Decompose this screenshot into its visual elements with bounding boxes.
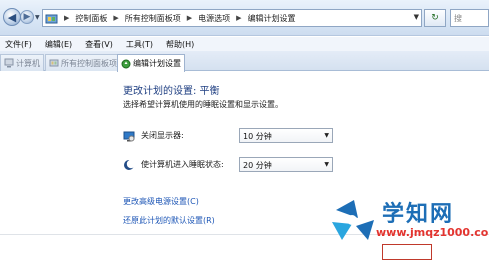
control-panel-icon [45,12,58,25]
back-button[interactable]: ◀ [3,8,21,26]
chevron-down-icon: ▼ [324,161,329,168]
menu-file[interactable]: 文件(F) [5,39,32,50]
sleep-value: 20 分钟 [243,161,272,170]
tab-edit-plan-settings[interactable]: 编辑计划设置 [117,54,185,72]
restore-defaults-link[interactable]: 还原此计划的默认设置(R) [123,215,215,226]
breadcrumb-chevron-icon: ▶ [64,14,70,22]
breadcrumb-chevron-icon: ▶ [236,14,242,22]
watermark-logo-icon [328,196,382,254]
display-off-row: 关闭显示器: 10 分钟 ▼ [123,128,333,143]
menu-edit[interactable]: 编辑(E) [45,39,72,50]
page-description: 选择希望计算机使用的睡眠设置和显示设置。 [123,100,283,109]
forward-button[interactable]: ▶ [20,10,34,24]
back-arrow-icon: ◀ [7,10,17,24]
search-input[interactable]: 搜 [450,9,489,27]
refresh-icon: ↻ [431,13,439,23]
breadcrumb-chevron-icon: ▶ [186,14,193,22]
breadcrumb-control-panel[interactable]: 控制面板 [75,13,107,24]
address-dropdown-icon[interactable]: ▼ [414,13,419,21]
display-off-label: 关闭显示器: [141,131,184,140]
monitor-icon [123,130,135,142]
chevron-down-icon: ▼ [324,132,329,139]
search-placeholder: 搜 [454,14,462,23]
display-off-select[interactable]: 10 分钟 ▼ [239,128,333,143]
breadcrumb-all-items[interactable]: 所有控制面板项 [125,13,181,24]
sleep-label: 使计算机进入睡眠状态: [141,160,224,169]
power-plan-icon [121,59,131,69]
tab-label: 所有控制面板项 [61,58,117,68]
control-panel-icon [49,58,59,68]
address-toolbar: ◀ ▶ ▼ ▶ 控制面板 ▶ 所有控制面板项 ▶ 电源选项 ▶ 编辑计划设置 ▼… [0,0,489,36]
advanced-power-settings-link[interactable]: 更改高级电源设置(C) [123,196,199,207]
display-off-value: 10 分钟 [243,132,272,141]
page-title: 更改计划的设置: 平衡 [123,86,220,97]
tab-computer[interactable]: 计算机 [0,54,44,71]
menu-bar: 文件(F) 编辑(E) 查看(V) 工具(T) 帮助(H) [0,37,489,51]
tab-strip: 计算机 所有控制面板项 编辑计划设置 [0,51,489,72]
watermark-url: www.jmqz1000.com [376,226,489,239]
breadcrumb-edit-plan[interactable]: 编辑计划设置 [248,13,296,24]
breadcrumb-power-options[interactable]: 电源选项 [198,13,230,24]
breadcrumb-chevron-icon: ▶ [113,14,119,22]
menu-tools[interactable]: 工具(T) [126,39,153,50]
menu-help[interactable]: 帮助(H) [166,39,194,50]
menu-view[interactable]: 查看(V) [85,39,113,50]
computer-icon [4,58,14,68]
sleep-row: 使计算机进入睡眠状态: 20 分钟 ▼ [123,157,333,172]
tab-label: 计算机 [16,58,40,68]
address-field[interactable]: ▶ 控制面板 ▶ 所有控制面板项 ▶ 电源选项 ▶ 编辑计划设置 ▼ [42,9,422,27]
refresh-button[interactable]: ↻ [424,9,446,27]
watermark-text: 学知网 [382,202,455,227]
watermark: 学知网 www.jmqz1000.com [328,196,489,260]
forward-arrow-icon: ▶ [23,11,31,22]
tab-label: 编辑计划设置 [133,59,181,68]
history-dropdown-icon[interactable]: ▼ [35,14,40,21]
tab-all-control-panel-items[interactable]: 所有控制面板项 [45,54,121,71]
moon-icon [123,159,136,171]
sleep-select[interactable]: 20 分钟 ▼ [239,157,333,172]
